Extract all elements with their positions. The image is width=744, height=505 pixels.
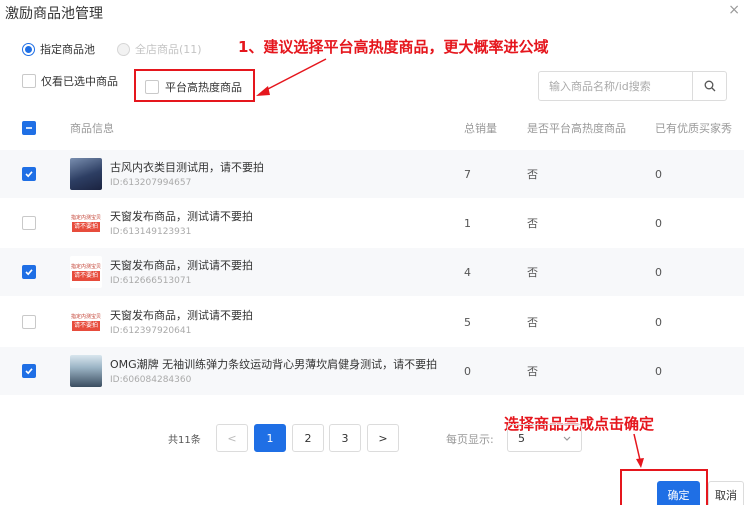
cancel-button[interactable]: 取消 [708,481,744,505]
thumb-tag-line1: 指定内测宝贝 [70,313,101,320]
annotation-arrow-icon [256,58,327,96]
row-checkbox[interactable] [22,216,36,230]
scope-option-label: 全店商品(11) [135,43,202,56]
product-name: 天窗发布商品，测试请不要拍 [110,210,253,223]
search-button[interactable] [692,71,727,101]
product-buyer-show: 0 [655,315,662,329]
product-sales: 7 [464,167,471,181]
row-checkbox[interactable] [22,265,36,279]
product-sales: 5 [464,315,471,329]
product-id: ID:613207994657 [110,178,192,188]
annotation-arrow-icon [633,433,644,468]
filter-hot-products-label: 平台高热度商品 [165,81,242,94]
product-hot: 否 [527,365,538,378]
page-size-label: 每页显示: [446,433,494,446]
product-thumbnail: 指定内测宝贝 请不要拍 [70,306,102,338]
product-thumbnail: 指定内测宝贝 请不要拍 [70,256,102,288]
scope-option-designated[interactable]: 指定商品池 [22,41,95,57]
product-id: ID:612666513071 [110,276,192,286]
checkbox-icon[interactable] [22,74,36,88]
table-row[interactable]: 指定内测宝贝 请不要拍 天窗发布商品，测试请不要拍 ID:61266651307… [0,248,744,296]
product-hot: 否 [527,266,538,279]
thumb-tag-line2: 请不要拍 [71,320,100,331]
product-id: ID:606084284360 [110,375,192,385]
pagination-page-1[interactable]: 1 [254,424,286,452]
pagination-total: 共11条 [168,435,201,446]
pagination-page-2[interactable]: 2 [292,424,324,452]
confirm-button[interactable]: 确定 [657,481,700,505]
annotation-tip-hot-products: 1、建议选择平台高热度商品，更大概率进公域 [238,38,549,56]
table-header: 商品信息 总销量 是否平台高热度商品 已有优质买家秀 [0,108,744,148]
filter-hot-products[interactable]: 平台高热度商品 [145,79,242,95]
thumb-tag-line2: 请不要拍 [71,270,100,281]
product-id: ID:612397920641 [110,326,192,336]
header-product-info: 商品信息 [70,122,114,135]
thumb-tag-line1: 指定内测宝贝 [70,214,101,221]
search-input[interactable] [538,71,693,101]
product-name: 天窗发布商品，测试请不要拍 [110,309,253,322]
table-row[interactable]: 指定内测宝贝 请不要拍 天窗发布商品，测试请不要拍 ID:61239792064… [0,298,744,346]
product-buyer-show: 0 [655,216,662,230]
header-total-sales: 总销量 [464,122,497,135]
product-buyer-show: 0 [655,167,662,181]
radio-selected-icon[interactable] [22,42,35,56]
row-checkbox[interactable] [22,315,36,329]
product-sales: 1 [464,216,471,230]
page-size-select[interactable]: 5 [507,424,582,452]
product-thumbnail: 指定内测宝贝 请不要拍 [70,207,102,239]
row-checkbox[interactable] [22,167,36,181]
search-icon [704,80,715,92]
product-name: 天窗发布商品，测试请不要拍 [110,259,253,272]
product-thumbnail [70,355,102,387]
product-sales: 0 [464,364,471,378]
product-thumbnail [70,158,102,190]
filter-only-selected-label: 仅看已选中商品 [41,75,118,88]
scope-option-all-store: 全店商品(11) [117,41,202,57]
scope-radio-group: 指定商品池 全店商品(11) [22,41,218,57]
page-size-value: 5 [518,431,525,445]
filter-row: 仅看已选中商品 [22,73,118,89]
pagination-next-button[interactable]: > [367,424,399,452]
product-name: OMG潮牌 无袖训练弹力条纹运动背心男薄坎肩健身测试，请不要拍 [110,358,438,371]
product-buyer-show: 0 [655,265,662,279]
select-all-checkbox[interactable] [22,121,36,135]
product-buyer-show: 0 [655,364,662,378]
header-is-hot: 是否平台高热度商品 [527,122,626,135]
product-name: 古风内衣类目测试用，请不要拍 [110,161,264,174]
thumb-tag-line2: 请不要拍 [71,221,100,232]
header-buyer-show: 已有优质买家秀 [655,122,732,135]
close-icon[interactable]: × [728,2,740,18]
row-checkbox[interactable] [22,364,36,378]
table-row[interactable]: 古风内衣类目测试用，请不要拍 ID:613207994657 7 否 0 [0,150,744,198]
table-row[interactable]: 指定内测宝贝 请不要拍 天窗发布商品，测试请不要拍 ID:61314912393… [0,199,744,247]
checkbox-icon[interactable] [145,80,159,94]
product-id: ID:613149123931 [110,227,192,237]
product-hot: 否 [527,316,538,329]
product-sales: 4 [464,265,471,279]
scope-option-label: 指定商品池 [40,43,95,56]
radio-disabled-icon [117,42,130,56]
thumb-tag-line1: 指定内测宝贝 [70,263,101,270]
product-hot: 否 [527,168,538,181]
chevron-down-icon [563,436,571,441]
pagination-prev-button[interactable]: < [216,424,248,452]
dialog-title: 激励商品池管理 [5,6,103,22]
filter-only-selected[interactable]: 仅看已选中商品 [22,73,118,89]
product-hot: 否 [527,217,538,230]
pagination-page-3[interactable]: 3 [329,424,361,452]
table-row[interactable]: OMG潮牌 无袖训练弹力条纹运动背心男薄坎肩健身测试，请不要拍 ID:60608… [0,347,744,395]
